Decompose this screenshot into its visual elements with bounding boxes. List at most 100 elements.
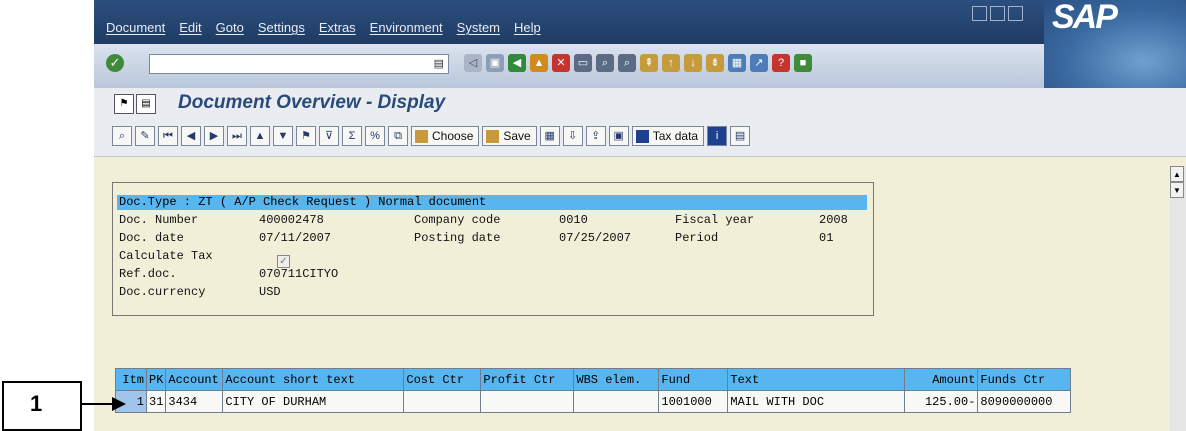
doc-type-line: Doc.Type : ZT ( A/P Check Request ) Norm… bbox=[117, 195, 867, 210]
doc-number-value: 400002478 bbox=[259, 213, 324, 227]
cancel-icon[interactable]: ✕ bbox=[552, 54, 570, 72]
menu-help[interactable]: Help bbox=[514, 20, 541, 35]
menu-edit[interactable]: Edit bbox=[179, 20, 201, 35]
doc-date-label: Doc. date bbox=[119, 231, 184, 245]
document-notes-icon[interactable]: ▤ bbox=[730, 126, 751, 146]
menu-system[interactable]: System bbox=[457, 20, 500, 35]
close-icon[interactable] bbox=[1008, 6, 1023, 21]
layout-icon[interactable]: ▼ bbox=[273, 126, 293, 146]
application-icons: ⌕ ✎ ⏮ ◀ ▶ ⏭ ▲ ▼ ⚑ ⊽ Σ % ⧉ Choose Save ▦ … bbox=[112, 126, 751, 146]
save-button[interactable]: Save bbox=[482, 126, 537, 146]
choose-icon bbox=[415, 129, 428, 143]
layout-menu-icon[interactable]: ■ bbox=[794, 54, 812, 72]
cell-wbs-elem[interactable] bbox=[573, 390, 660, 413]
scroll-down-icon[interactable]: ▼ bbox=[1170, 182, 1184, 198]
info-icon[interactable]: i bbox=[707, 126, 728, 146]
scroll-up-icon[interactable]: ▲ bbox=[1170, 166, 1184, 182]
callout-box: 1 bbox=[2, 381, 82, 431]
sort-icon[interactable]: ⚑ bbox=[296, 126, 316, 146]
previous-item-icon[interactable]: ◀ bbox=[181, 126, 201, 146]
col-fund[interactable]: Fund bbox=[658, 368, 729, 391]
new-session-icon[interactable]: ▦ bbox=[728, 54, 746, 72]
find-icon[interactable]: ⌕ bbox=[596, 54, 614, 72]
shortcut-icon[interactable]: ↗ bbox=[750, 54, 768, 72]
menu-document[interactable]: Document bbox=[106, 20, 165, 35]
doc-currency-label: Doc.currency bbox=[119, 285, 206, 299]
col-pk[interactable]: PK bbox=[145, 368, 167, 391]
minimize-icon[interactable] bbox=[972, 6, 987, 21]
doc-currency-value: USD bbox=[259, 285, 281, 299]
choose-label: Choose bbox=[432, 129, 474, 143]
ref-doc-value: 070711CITYO bbox=[259, 267, 339, 281]
col-amount[interactable]: Amount bbox=[904, 368, 979, 391]
first-item-icon[interactable]: ⏮ bbox=[158, 126, 178, 146]
copy-icon[interactable]: ⧉ bbox=[388, 126, 408, 146]
sum-icon[interactable]: Σ bbox=[342, 126, 362, 146]
collapse-icon[interactable]: ◁ bbox=[464, 54, 482, 72]
posting-date-value: 07/25/2007 bbox=[559, 231, 632, 245]
menu-environment[interactable]: Environment bbox=[370, 20, 443, 35]
last-page-icon[interactable]: ⇟ bbox=[706, 54, 724, 72]
menu-extras[interactable]: Extras bbox=[319, 20, 356, 35]
command-field[interactable]: ▤ bbox=[149, 54, 449, 74]
choose-button[interactable]: Choose bbox=[411, 126, 480, 146]
save-layout-icon bbox=[486, 129, 500, 143]
next-item-icon[interactable]: ▶ bbox=[204, 126, 224, 146]
find-next-icon[interactable]: ⌕ bbox=[618, 54, 636, 72]
company-code-label: Company code bbox=[414, 213, 501, 227]
cell-amount[interactable]: 125.00- bbox=[904, 390, 979, 413]
print-icon[interactable]: ▭ bbox=[574, 54, 592, 72]
exit-icon[interactable]: ▲ bbox=[530, 54, 548, 72]
table-row[interactable]: 1 31 3434 CITY OF DURHAM 1001000 MAIL WI… bbox=[115, 390, 1072, 413]
title-icons: ⚑ ▤ bbox=[114, 94, 156, 114]
command-history-icon[interactable]: ▤ bbox=[434, 57, 444, 70]
col-profit-ctr[interactable]: Profit Ctr bbox=[480, 368, 575, 391]
cell-text[interactable]: MAIL WITH DOC bbox=[727, 390, 906, 413]
export-icon[interactable]: ⇩ bbox=[562, 126, 583, 146]
col-funds-ctr[interactable]: Funds Ctr bbox=[977, 368, 1072, 391]
subtotal-icon[interactable]: % bbox=[365, 126, 385, 146]
cell-account-short-text[interactable]: CITY OF DURHAM bbox=[222, 390, 405, 413]
period-label: Period bbox=[675, 231, 719, 245]
back-icon[interactable]: ◀ bbox=[508, 54, 526, 72]
col-cost-ctr[interactable]: Cost Ctr bbox=[403, 368, 482, 391]
save-icon[interactable]: ▣ bbox=[486, 54, 504, 72]
help-icon[interactable]: ? bbox=[772, 54, 790, 72]
table-header: Itm PK Account Account short text Cost C… bbox=[115, 368, 1072, 391]
col-itm[interactable]: Itm bbox=[115, 368, 147, 391]
vertical-scrollbar[interactable]: ▲ ▼ bbox=[1170, 166, 1186, 431]
menu-settings[interactable]: Settings bbox=[258, 20, 305, 35]
zoom-icon[interactable]: ⌕ bbox=[112, 126, 132, 146]
calculator-icon[interactable]: ▣ bbox=[608, 126, 629, 146]
col-account[interactable]: Account bbox=[165, 368, 224, 391]
local-file-icon[interactable]: ⇪ bbox=[585, 126, 606, 146]
cell-funds-ctr[interactable]: 8090000000 bbox=[977, 390, 1072, 413]
cell-fund[interactable]: 1001000 bbox=[658, 390, 729, 413]
enter-icon[interactable]: ✓ bbox=[106, 54, 124, 72]
cell-account[interactable]: 3434 bbox=[165, 390, 224, 413]
col-wbs-elem[interactable]: WBS elem. bbox=[573, 368, 660, 391]
services-icon[interactable]: ⚑ bbox=[114, 94, 134, 114]
cell-cost-ctr[interactable] bbox=[403, 390, 482, 413]
col-text[interactable]: Text bbox=[727, 368, 906, 391]
save-label: Save bbox=[503, 129, 531, 143]
previous-page-icon[interactable]: ↑ bbox=[662, 54, 680, 72]
filter-icon[interactable]: ⊽ bbox=[319, 126, 339, 146]
menu-goto[interactable]: Goto bbox=[216, 20, 244, 35]
print-list-icon[interactable]: ▲ bbox=[250, 126, 270, 146]
first-page-icon[interactable]: ⇞ bbox=[640, 54, 658, 72]
document-icon[interactable]: ▤ bbox=[136, 94, 156, 114]
cell-pk[interactable]: 31 bbox=[145, 390, 167, 413]
edit-pencil-icon[interactable]: ✎ bbox=[135, 126, 155, 146]
display-variant-icon[interactable]: ▦ bbox=[539, 126, 560, 146]
calculate-tax-label: Calculate Tax bbox=[119, 249, 213, 263]
cell-profit-ctr[interactable] bbox=[480, 390, 575, 413]
callout-number: 1 bbox=[30, 391, 43, 416]
application-toolbar: ⌕ ✎ ⏮ ◀ ▶ ⏭ ▲ ▼ ⚑ ⊽ Σ % ⧉ Choose Save ▦ … bbox=[94, 120, 1186, 157]
next-page-icon[interactable]: ↓ bbox=[684, 54, 702, 72]
maximize-icon[interactable] bbox=[990, 6, 1005, 21]
window-controls bbox=[972, 6, 1023, 21]
col-account-short-text[interactable]: Account short text bbox=[222, 368, 405, 391]
tax-data-button[interactable]: Tax data bbox=[631, 126, 705, 146]
last-item-icon[interactable]: ⏭ bbox=[227, 126, 247, 146]
